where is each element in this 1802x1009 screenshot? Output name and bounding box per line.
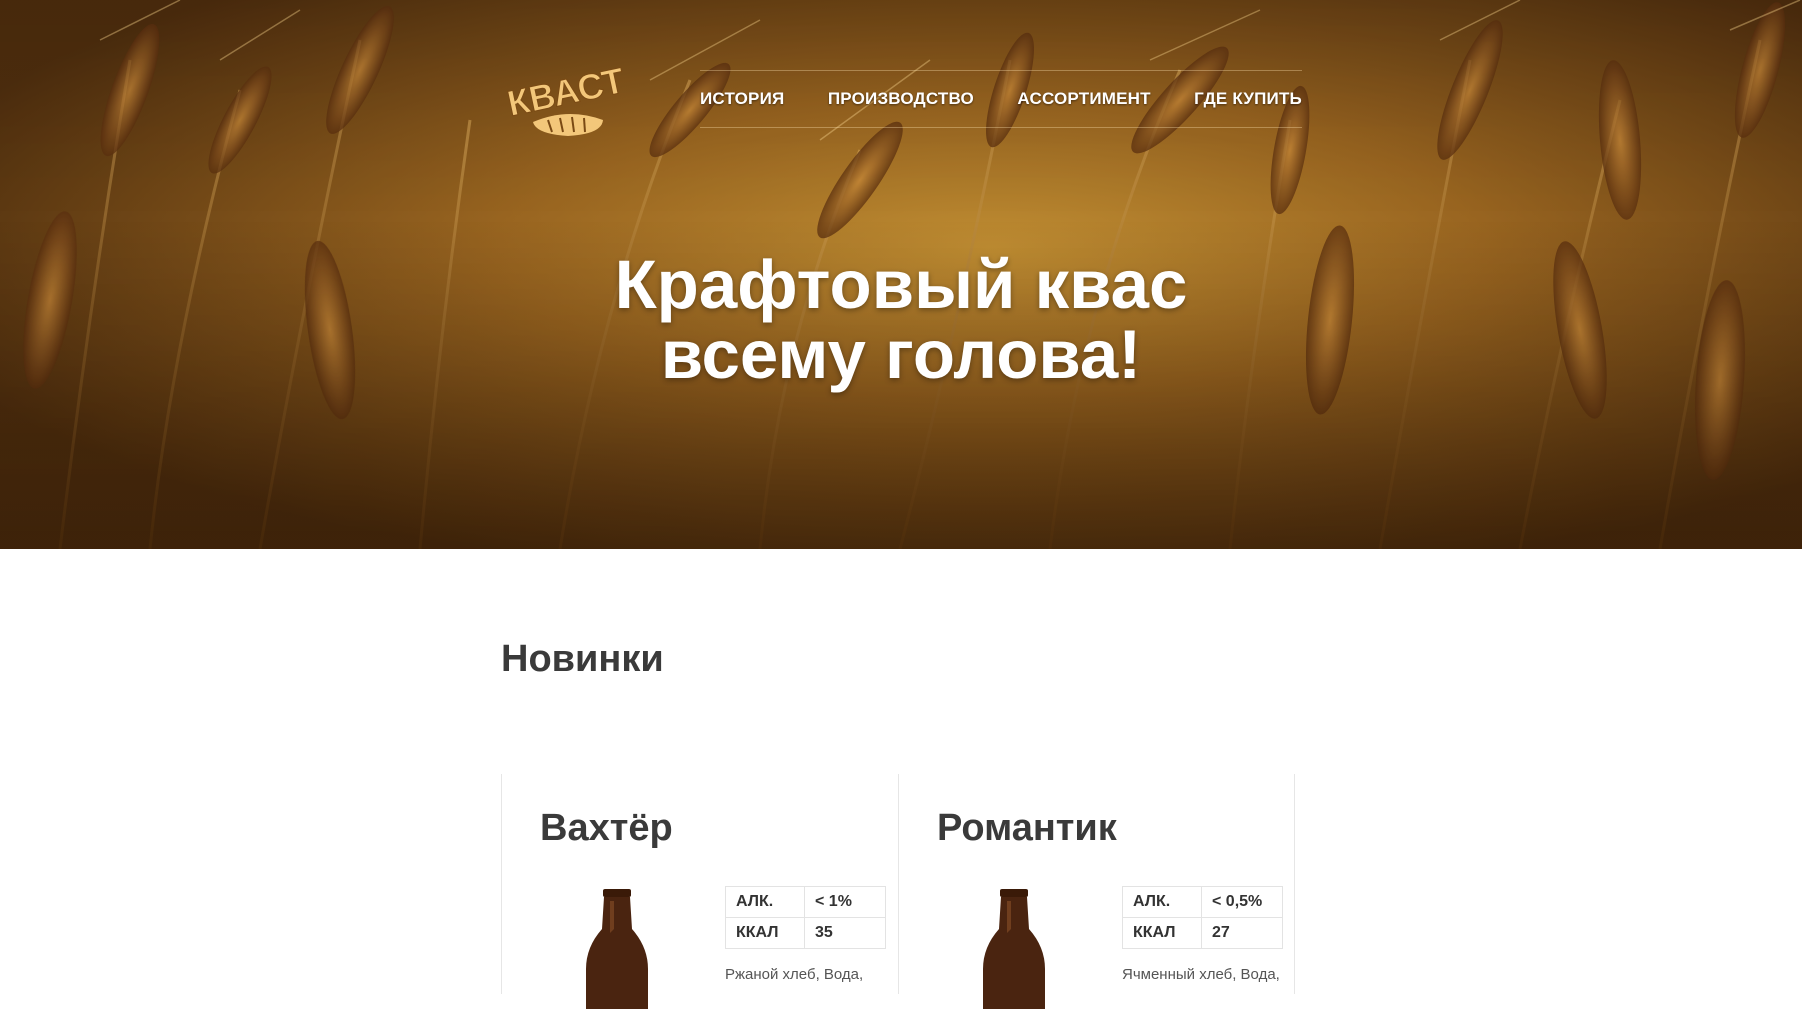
product-list: Вахтёр АЛК. < 1% ККАЛ 35 Ржаной хлеб, Во… bbox=[501, 774, 1296, 1009]
bottle-image bbox=[586, 889, 648, 1009]
product-name: Романтик bbox=[937, 807, 1117, 849]
hero-title-line-2: всему голова! bbox=[660, 316, 1142, 393]
spec-label: ККАЛ bbox=[725, 917, 805, 949]
section-title-new-products: Новинки bbox=[501, 638, 664, 680]
spec-value: < 1% bbox=[804, 886, 886, 918]
bottle-image bbox=[983, 889, 1045, 1009]
kvast-logo[interactable]: КВАСТ bbox=[498, 62, 638, 142]
nav-link-production[interactable]: ПРОИЗВОДСТВО bbox=[828, 89, 974, 109]
hero-title: Крафтовый квас всему голова! bbox=[0, 250, 1802, 390]
product-name: Вахтёр bbox=[540, 807, 673, 849]
main-nav: ИСТОРИЯ ПРОИЗВОДСТВО АССОРТИМЕНТ ГДЕ КУП… bbox=[700, 70, 1302, 128]
spec-value: 35 bbox=[804, 917, 886, 949]
product-ingredients: Ячменный хлеб, Вода, bbox=[1122, 966, 1280, 983]
nav-link-assortment[interactable]: АССОРТИМЕНТ bbox=[1017, 89, 1150, 109]
spec-table: АЛК. < 1% ККАЛ 35 bbox=[725, 886, 886, 949]
hero-banner: КВАСТ ИСТОРИЯ ПРОИЗВОДСТВО АССОРТИМЕНТ Г… bbox=[0, 0, 1802, 549]
spec-label: АЛК. bbox=[725, 886, 805, 918]
spec-row: ККАЛ 27 bbox=[1122, 917, 1283, 949]
product-card[interactable]: Романтик АЛК. < 0,5% ККАЛ 27 Ячменный хл… bbox=[898, 774, 1295, 1009]
nav-link-where-to-buy[interactable]: ГДЕ КУПИТЬ bbox=[1194, 89, 1302, 109]
spec-table: АЛК. < 0,5% ККАЛ 27 bbox=[1122, 886, 1283, 949]
product-ingredients: Ржаной хлеб, Вода, bbox=[725, 966, 864, 983]
nav-link-history[interactable]: ИСТОРИЯ bbox=[700, 89, 784, 109]
spec-value: 27 bbox=[1201, 917, 1283, 949]
spec-value: < 0,5% bbox=[1201, 886, 1283, 918]
spec-row: ККАЛ 35 bbox=[725, 917, 886, 949]
spec-row: АЛК. < 0,5% bbox=[1122, 886, 1283, 918]
spec-label: ККАЛ bbox=[1122, 917, 1202, 949]
spec-row: АЛК. < 1% bbox=[725, 886, 886, 918]
hero-title-line-1: Крафтовый квас bbox=[614, 246, 1188, 323]
product-card[interactable]: Вахтёр АЛК. < 1% ККАЛ 35 Ржаной хлеб, Во… bbox=[501, 774, 898, 1009]
spec-label: АЛК. bbox=[1122, 886, 1202, 918]
